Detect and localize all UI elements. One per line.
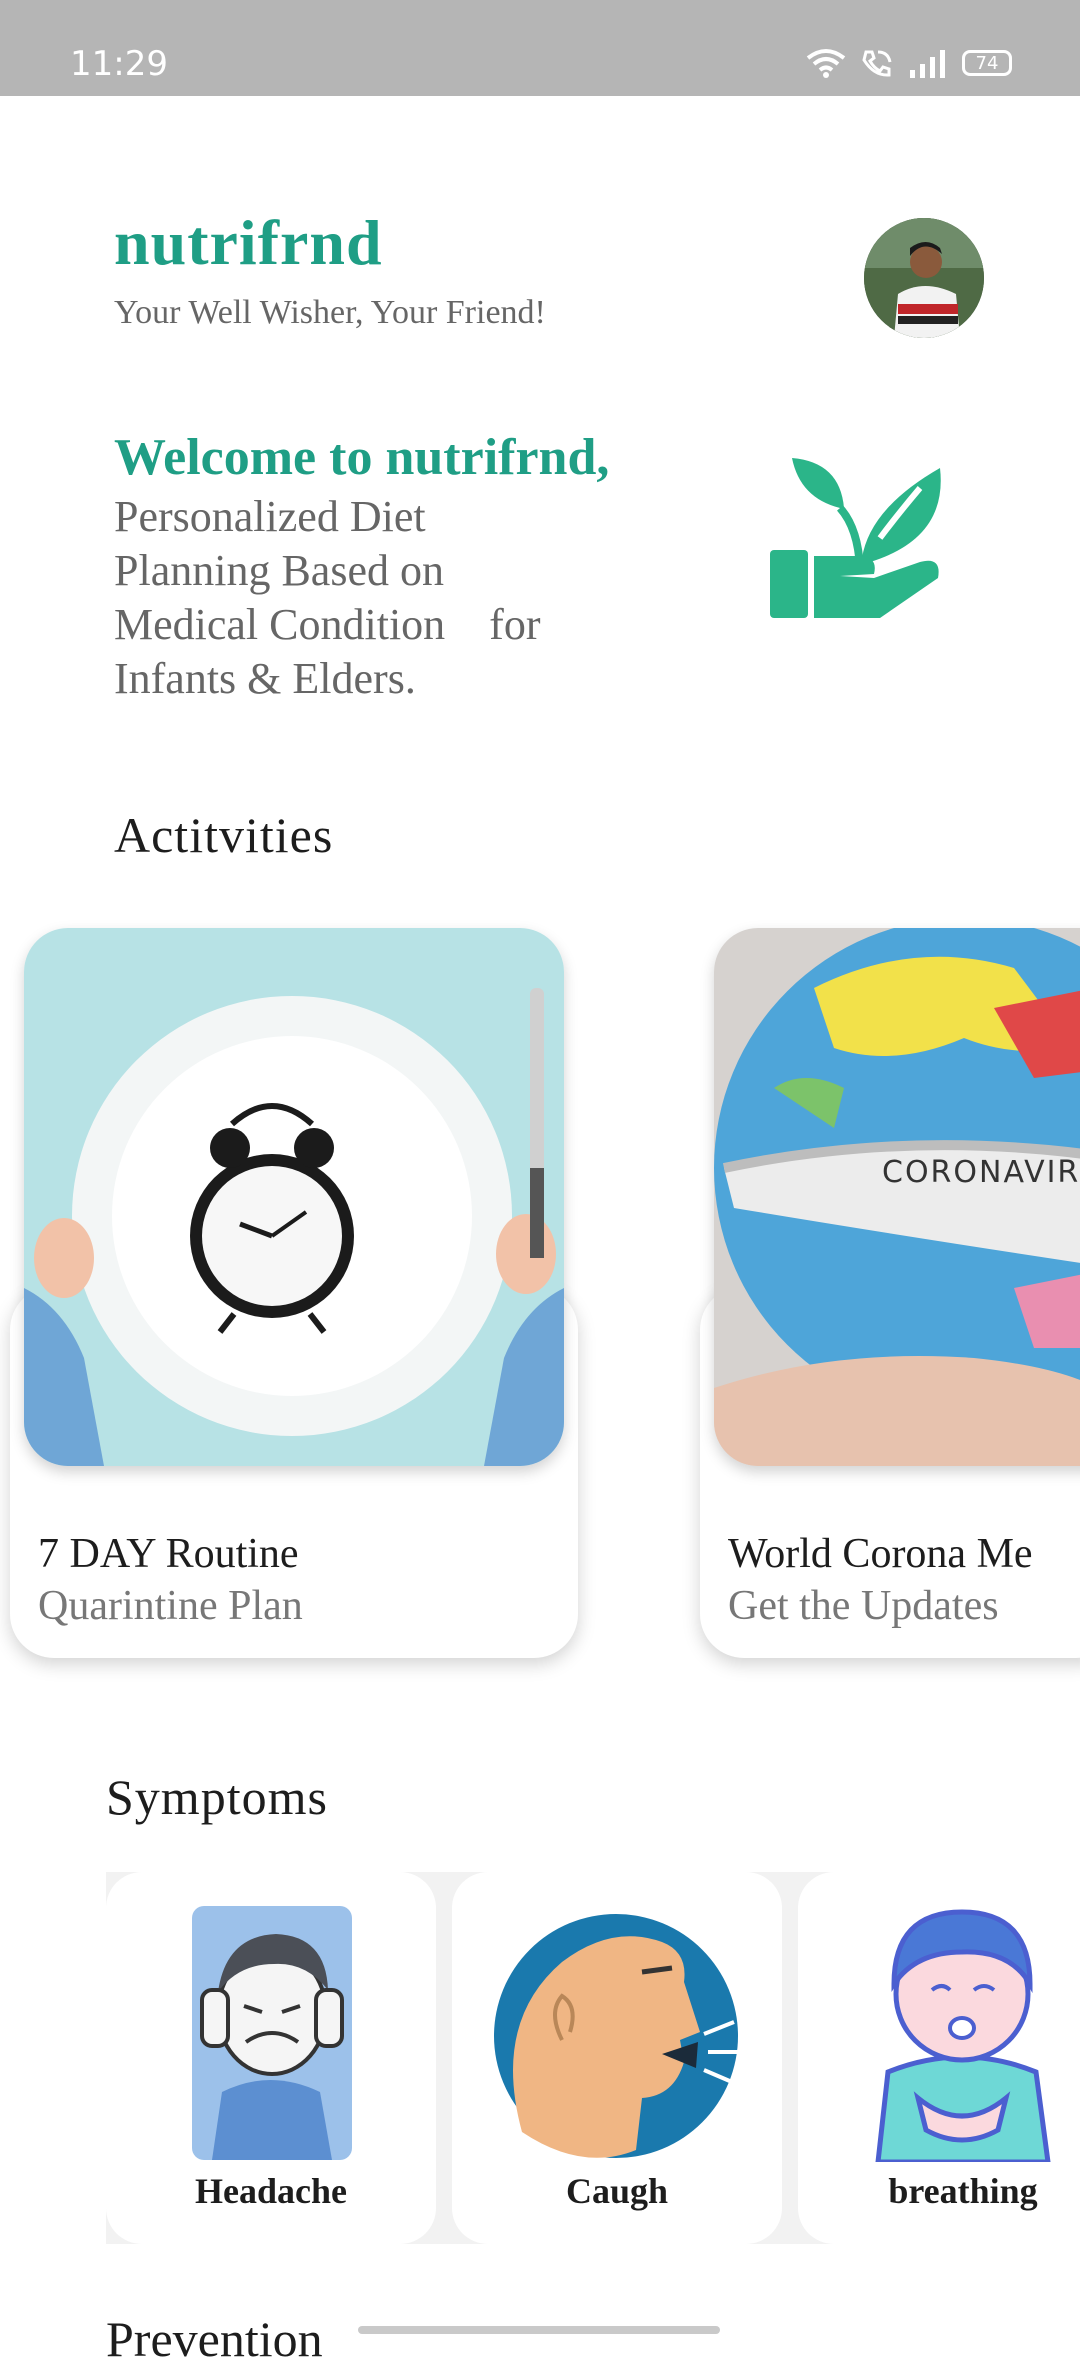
home-indicator[interactable] [358, 2326, 720, 2334]
status-bar: 11:29 74 [0, 0, 1080, 96]
status-time: 11:29 [70, 44, 168, 84]
app-tagline: Your Well Wisher, Your Friend! [114, 294, 546, 331]
welcome-line: Planning Based on [114, 546, 444, 595]
activity-card-image[interactable]: CORONAVIRU [714, 928, 1080, 1466]
globe-with-mask-image: CORONAVIRU [714, 928, 1080, 1466]
wifi-icon [806, 49, 846, 78]
symptom-card-cough[interactable]: Caugh [452, 1872, 782, 2244]
avatar[interactable] [864, 218, 984, 338]
signal-icon [910, 50, 945, 78]
symptom-label: Headache [195, 2171, 347, 2211]
welcome-title: Welcome to nutrifrnd, [114, 429, 610, 486]
symptom-card-breathing[interactable]: breathing [798, 1872, 1080, 2244]
welcome-line: Medical Condition for [114, 600, 541, 649]
activity-card-subtitle: Quarintine Plan [38, 1583, 303, 1629]
battery-level: 74 [975, 52, 999, 74]
prevention-heading: Prevention [106, 2311, 323, 2367]
activity-card-title: 7 DAY Routine [38, 1531, 299, 1577]
symptom-card-headache[interactable]: Headache [106, 1872, 436, 2244]
battery-icon: 74 [962, 50, 1012, 76]
cough-illustration [494, 1914, 740, 2158]
activity-card-image[interactable] [24, 928, 564, 1466]
status-icons: 74 [806, 48, 1012, 78]
avatar-photo [864, 218, 984, 338]
breathing-illustration [875, 1909, 1051, 2165]
activity-card-subtitle: Get the Updates [728, 1583, 999, 1629]
welcome-line: Personalized Diet [114, 492, 426, 541]
clock-on-plate-image [24, 928, 564, 1466]
symptom-label: Caugh [565, 2171, 669, 2211]
symptoms-list: Headache Caugh breathing [106, 1872, 1080, 2244]
activity-card-title: World Corona Me [728, 1531, 1033, 1577]
welcome-description: Personalized Diet Planning Based on Medi… [114, 490, 674, 706]
plant-in-hand-icon [770, 458, 941, 618]
headache-illustration [192, 1906, 352, 2160]
activities-heading: Actitvities [114, 807, 334, 863]
wifi-call-icon [862, 50, 892, 77]
globe-mask-text: CORONAVIRU [882, 1155, 1080, 1190]
app-name: nutrifrnd [114, 207, 383, 278]
symptoms-heading: Symptoms [106, 1769, 328, 1825]
welcome-line: Infants & Elders. [114, 654, 416, 703]
symptom-label: breathing [888, 2171, 1038, 2211]
